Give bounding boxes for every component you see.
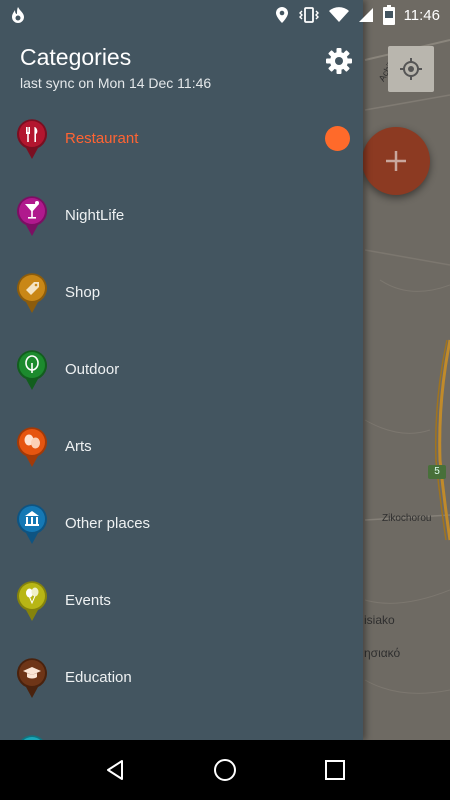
category-label-nightlife: NightLife xyxy=(65,207,125,224)
back-icon xyxy=(107,760,123,780)
drawer-title: Categories xyxy=(20,44,132,70)
wifi-icon xyxy=(328,7,349,22)
category-item-education[interactable]: Education xyxy=(0,639,363,716)
category-label-events: Events xyxy=(65,592,111,609)
category-item-partial[interactable] xyxy=(0,716,363,740)
active-indicator-dot xyxy=(325,126,350,151)
plus-icon xyxy=(386,151,406,171)
other-places-pin-icon xyxy=(17,503,47,544)
category-label-outdoor: Outdoor xyxy=(65,361,120,378)
flame-icon xyxy=(12,7,24,23)
settings-button[interactable] xyxy=(324,46,354,76)
education-pin-icon xyxy=(17,657,47,698)
status-time: 11:46 xyxy=(403,6,440,24)
events-pin-icon xyxy=(17,580,47,621)
category-label-education: Education xyxy=(65,669,132,686)
category-item-nightlife[interactable]: NightLife xyxy=(0,177,363,254)
drawer-header: Categories last sync on Mon 14 Dec 11:46 xyxy=(20,44,360,91)
back-button[interactable] xyxy=(95,750,135,790)
category-item-restaurant[interactable]: Restaurant xyxy=(0,100,363,177)
nightlife-pin-icon xyxy=(17,195,47,236)
category-list: Restaurant NightLife Shop Outdoor Arts O… xyxy=(0,100,363,740)
outdoor-pin-icon xyxy=(17,349,47,390)
map-label-greek: ησιακό xyxy=(364,646,401,660)
signal-icon xyxy=(358,8,373,22)
locate-button[interactable] xyxy=(388,46,434,92)
last-sync-text: last sync on Mon 14 Dec 11:46 xyxy=(20,75,212,91)
category-item-arts[interactable]: Arts xyxy=(0,408,363,485)
category-item-outdoor[interactable]: Outdoor xyxy=(0,331,363,408)
category-label-shop: Shop xyxy=(65,284,101,301)
restaurant-pin-icon xyxy=(17,118,47,159)
category-item-other-places[interactable]: Other places xyxy=(0,485,363,562)
road-number-badge: 5 xyxy=(428,465,446,479)
battery-icon xyxy=(382,5,395,25)
home-button[interactable] xyxy=(205,750,245,790)
category-label-restaurant: Restaurant xyxy=(65,130,139,147)
category-label-other-places: Other places xyxy=(65,515,151,532)
location-icon xyxy=(275,7,288,23)
crosshair-icon xyxy=(400,58,422,80)
status-bar: 11:46 xyxy=(0,0,450,30)
categories-drawer: Categories last sync on Mon 14 Dec 11:46 xyxy=(0,0,363,740)
gear-icon xyxy=(326,48,352,74)
map-label-isiako: isiako xyxy=(364,613,395,627)
category-label-arts: Arts xyxy=(65,438,92,455)
category-item-events[interactable]: Events xyxy=(0,562,363,639)
navigation-bar xyxy=(0,740,450,800)
recents-icon xyxy=(325,760,345,780)
arts-pin-icon xyxy=(17,426,47,467)
shop-pin-icon xyxy=(17,272,47,313)
add-button[interactable] xyxy=(362,127,430,195)
map-label-zikochorou: Zikochorou xyxy=(382,513,432,524)
vibrate-icon xyxy=(298,7,319,23)
recents-button[interactable] xyxy=(315,750,355,790)
category-item-shop[interactable]: Shop xyxy=(0,254,363,331)
home-icon xyxy=(214,759,236,781)
